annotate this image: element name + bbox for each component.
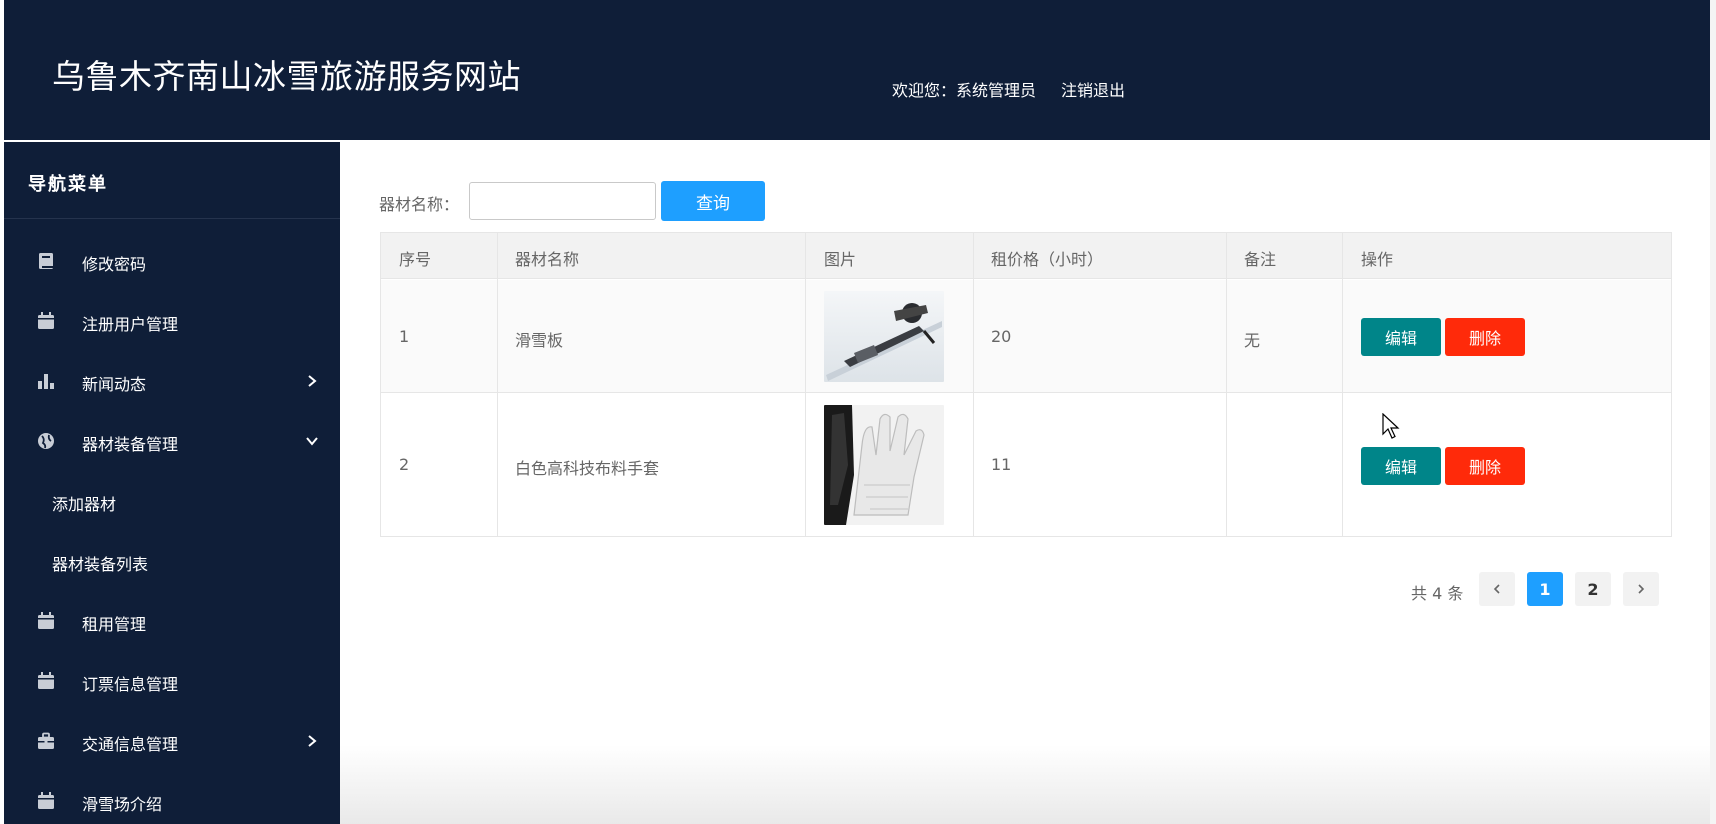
calendar-icon [38, 792, 54, 809]
header-name: 器材名称 [515, 250, 580, 269]
page-1-button[interactable]: 1 [1527, 572, 1563, 606]
sidebar-item-rental-management[interactable]: 租用管理 [4, 597, 340, 645]
sidebar-item-label: 新闻动态 [82, 375, 147, 394]
sidebar-item-news[interactable]: 新闻动态 [4, 357, 340, 405]
briefcase-icon [38, 732, 54, 749]
next-page-button[interactable] [1623, 572, 1659, 606]
sidebar-item-label: 器材装备列表 [52, 555, 149, 574]
sidebar-item-ticket-management[interactable]: 订票信息管理 [4, 657, 340, 705]
mouse-cursor-icon [1382, 413, 1400, 439]
query-button[interactable]: 查询 [661, 181, 765, 221]
ski-binding-photo [824, 291, 944, 382]
chevron-right-icon [1638, 583, 1645, 594]
delete-button[interactable]: 删除 [1445, 447, 1525, 485]
chevron-right-icon [308, 735, 317, 747]
sidebar-item-label: 订票信息管理 [82, 675, 179, 694]
column-divider [1342, 233, 1343, 536]
chevron-left-icon [1493, 583, 1500, 594]
sidebar-item-label: 器材装备管理 [82, 435, 179, 454]
sidebar-item-label: 添加器材 [52, 495, 117, 514]
cell-price: 11 [991, 455, 1012, 474]
page-2-button[interactable]: 2 [1575, 572, 1611, 606]
column-divider [973, 233, 974, 536]
cell-no: 1 [399, 327, 410, 346]
sidebar-item-traffic-management[interactable]: 交通信息管理 [4, 717, 340, 765]
equipment-name-search-input[interactable] [469, 182, 656, 220]
welcome-text: 欢迎您：系统管理员 [892, 81, 1037, 100]
cell-price: 20 [991, 327, 1012, 346]
column-divider [1226, 233, 1227, 536]
book-icon [39, 253, 53, 269]
sidebar-nav: 导航菜单 修改密码 注册用户管理 新闻动态 器材装备管理 添加器材 器材装备列表… [4, 142, 340, 824]
pagination-total: 共 4 条 [1411, 584, 1464, 603]
cell-no: 2 [399, 455, 410, 474]
search-label: 器材名称： [379, 195, 460, 214]
chevron-right-icon [308, 375, 317, 387]
top-header: 乌鲁木齐南山冰雪旅游服务网站 欢迎您：系统管理员 注销退出 [4, 0, 1710, 140]
header-remark: 备注 [1244, 250, 1277, 269]
edit-button[interactable]: 编辑 [1361, 447, 1441, 485]
sidebar-item-label: 租用管理 [82, 615, 147, 634]
edit-button[interactable]: 编辑 [1361, 318, 1441, 356]
header-price: 租价格（小时） [991, 250, 1104, 269]
globe-icon [38, 433, 54, 449]
column-divider [805, 233, 806, 536]
site-title: 乌鲁木齐南山冰雪旅游服务网站 [52, 57, 521, 96]
logout-link[interactable]: 注销退出 [1061, 77, 1125, 101]
sidebar-item-label: 修改密码 [82, 255, 147, 274]
sidebar-item-change-password[interactable]: 修改密码 [4, 237, 340, 285]
header-image: 图片 [824, 250, 857, 269]
prev-page-button[interactable] [1479, 572, 1515, 606]
sidebar-item-equipment-list[interactable]: 器材装备列表 [4, 537, 340, 585]
sidebar-item-ski-resort-intro[interactable]: 滑雪场介绍 [4, 777, 340, 824]
header-no: 序号 [399, 250, 432, 269]
equipment-table: 序号 器材名称 图片 租价格（小时） 备注 操作 1 滑雪板 20 无 编辑 删… [380, 232, 1672, 537]
sidebar-item-label: 滑雪场介绍 [82, 795, 163, 814]
calendar-icon [38, 672, 54, 689]
sidebar-divider [4, 218, 340, 219]
window-edge [1710, 0, 1716, 824]
sidebar-item-label: 注册用户管理 [82, 315, 179, 334]
sidebar-item-user-management[interactable]: 注册用户管理 [4, 297, 340, 345]
cell-remark: 无 [1244, 331, 1261, 350]
header-actions: 操作 [1361, 250, 1394, 269]
white-glove-photo [824, 405, 944, 525]
sidebar-title: 导航菜单 [28, 174, 108, 195]
bottom-fade [340, 745, 1716, 824]
delete-button[interactable]: 删除 [1445, 318, 1525, 356]
column-divider [497, 233, 498, 536]
cell-name: 滑雪板 [515, 331, 564, 350]
calendar-icon [38, 612, 54, 629]
sidebar-item-label: 交通信息管理 [82, 735, 179, 754]
calendar-icon [38, 312, 54, 329]
chevron-down-icon [306, 437, 318, 446]
sidebar-item-add-equipment[interactable]: 添加器材 [4, 477, 340, 525]
cell-name: 白色高科技布料手套 [515, 459, 660, 478]
sidebar-item-equipment-management[interactable]: 器材装备管理 [4, 417, 340, 465]
bar-chart-icon [38, 374, 54, 389]
